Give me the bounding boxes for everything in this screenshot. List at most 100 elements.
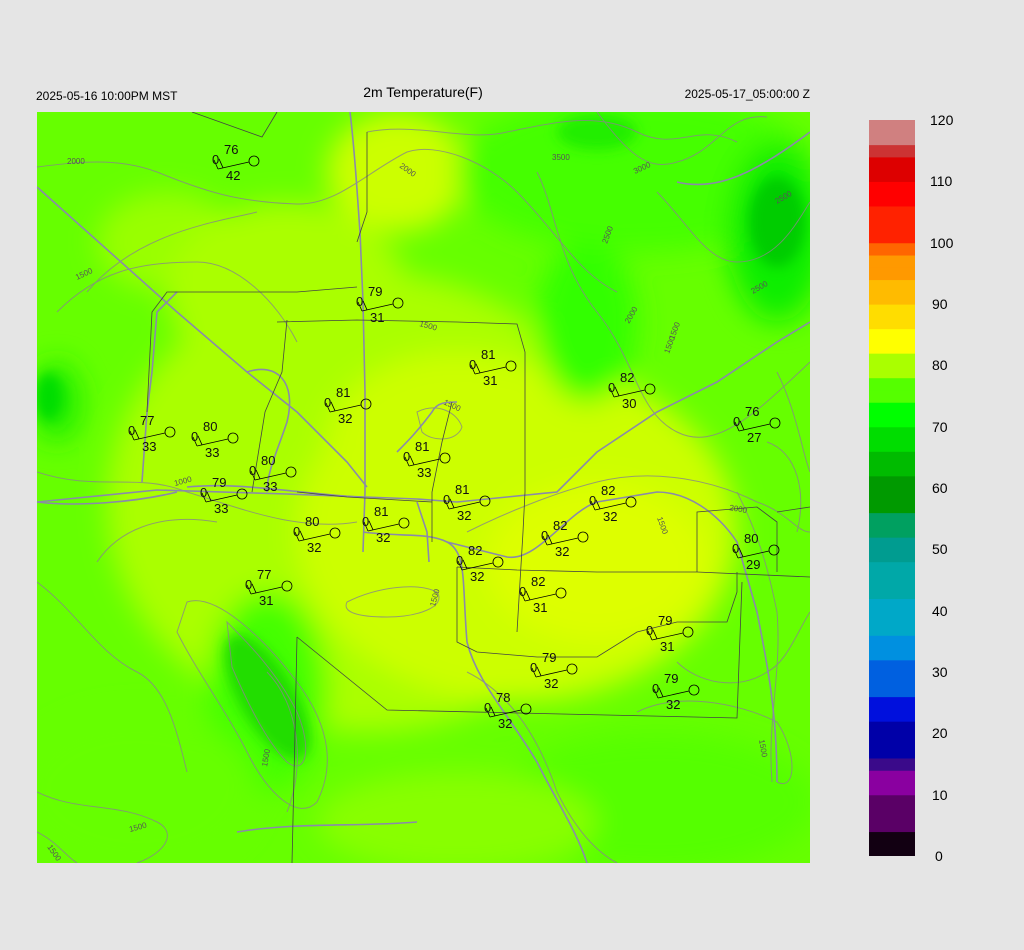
colorbar-band	[869, 622, 915, 636]
station-gust: 0	[191, 429, 198, 444]
station-temperature: 82	[601, 483, 615, 498]
station-dewpoint: 32	[376, 530, 390, 545]
station-gust: 0	[212, 152, 219, 167]
colorbar-band	[869, 573, 915, 587]
colorbar-band	[869, 291, 915, 305]
colorbar-band	[869, 242, 915, 256]
station-gust: 0	[530, 660, 537, 675]
colorbar-band	[869, 205, 915, 219]
colorbar-band	[869, 708, 915, 722]
colorbar-tick-label: 50	[932, 541, 948, 558]
colorbar-band	[869, 279, 915, 293]
station-temperature: 80	[744, 531, 758, 546]
colorbar-band	[869, 316, 915, 330]
station-gust: 0	[652, 681, 659, 696]
colorbar-tick-label: 100	[930, 234, 954, 251]
colorbar-band	[869, 561, 915, 575]
station-dewpoint: 31	[370, 310, 384, 325]
station-temperature: 77	[140, 413, 154, 428]
colorbar-tick-label: 0	[935, 848, 943, 864]
station-temperature: 81	[374, 504, 388, 519]
colorbar-band	[869, 831, 915, 845]
colorbar-tick-label: 40	[932, 602, 948, 619]
colorbar-tick-label: 120	[930, 112, 954, 128]
station-temperature: 79	[658, 613, 672, 628]
station-temperature: 82	[531, 574, 545, 589]
station-gust: 0	[608, 380, 615, 395]
colorbar-band	[869, 500, 915, 514]
colorbar-gradient	[869, 120, 915, 857]
station-dewpoint: 29	[746, 557, 760, 572]
station-gust: 0	[443, 492, 450, 507]
station-gust: 0	[403, 449, 410, 464]
colorbar-band	[869, 819, 915, 833]
station-dewpoint: 32	[470, 569, 484, 584]
station-temperature: 82	[620, 370, 634, 385]
colorbar-band	[869, 181, 915, 195]
station-dewpoint: 32	[457, 508, 471, 523]
station-temperature: 79	[368, 284, 382, 299]
station-gust: 0	[356, 294, 363, 309]
station-dewpoint: 32	[307, 540, 321, 555]
colorbar-band	[869, 144, 915, 158]
station-dewpoint: 33	[263, 479, 277, 494]
colorbar-tick-label: 110	[930, 173, 953, 190]
colorbar-band	[869, 254, 915, 268]
station-temperature: 78	[496, 690, 510, 705]
station-gust: 0	[456, 553, 463, 568]
station-temperature: 80	[261, 453, 275, 468]
station-temperature: 76	[745, 404, 759, 419]
colorbar-tick-label: 80	[932, 357, 948, 374]
colorbar-tick-label: 70	[932, 418, 948, 435]
station-temperature: 76	[224, 142, 238, 157]
station-temperature: 80	[203, 419, 217, 434]
colorbar-tick-label: 90	[932, 296, 948, 312]
station-temperature: 82	[468, 543, 482, 558]
station-temperature: 77	[257, 567, 271, 582]
colorbar-band	[869, 794, 915, 808]
station-dewpoint: 42	[226, 168, 240, 183]
station-gust: 0	[362, 514, 369, 529]
colorbar-tick-label: 20	[932, 725, 948, 742]
colorbar-band	[869, 549, 915, 563]
colorbar-tick-label: 60	[932, 480, 948, 496]
contour-label: 2000	[67, 157, 85, 166]
colorbar-band	[869, 610, 915, 624]
colorbar-band	[869, 524, 915, 538]
colorbar-band	[869, 132, 915, 146]
station-gust: 0	[519, 584, 526, 599]
station-gust: 0	[733, 414, 740, 429]
station-temperature: 79	[664, 671, 678, 686]
station-gust: 0	[245, 577, 252, 592]
colorbar-band	[869, 340, 915, 354]
colorbar-band	[869, 365, 915, 379]
station-dewpoint: 32	[338, 411, 352, 426]
colorbar-band	[869, 218, 915, 231]
station-dewpoint: 31	[660, 639, 674, 654]
colorbar-band	[869, 512, 915, 526]
station-temperature: 81	[415, 439, 429, 454]
colorbar-band	[869, 475, 915, 489]
colorbar-band	[869, 659, 915, 673]
station-dewpoint: 32	[603, 509, 617, 524]
station-temperature: 82	[553, 518, 567, 533]
station-gust: 0	[249, 463, 256, 478]
colorbar-band	[869, 647, 915, 661]
colorbar-band	[869, 806, 915, 820]
station-gust: 0	[128, 423, 135, 438]
station-gust: 0	[200, 485, 207, 500]
colorbar-band	[869, 745, 915, 759]
station-gust: 0	[484, 700, 491, 715]
station-dewpoint: 27	[747, 430, 761, 445]
station-gust: 0	[469, 357, 476, 372]
station-dewpoint: 32	[555, 544, 569, 559]
station-dewpoint: 33	[214, 501, 228, 516]
colorbar-band	[869, 733, 915, 747]
station-dewpoint: 33	[142, 439, 156, 454]
colorbar-band	[869, 721, 915, 734]
station-dewpoint: 31	[533, 600, 547, 615]
station-gust: 0	[293, 524, 300, 539]
temperature-colorbar	[869, 120, 915, 861]
colorbar-band	[869, 389, 915, 403]
colorbar-band	[869, 684, 915, 698]
